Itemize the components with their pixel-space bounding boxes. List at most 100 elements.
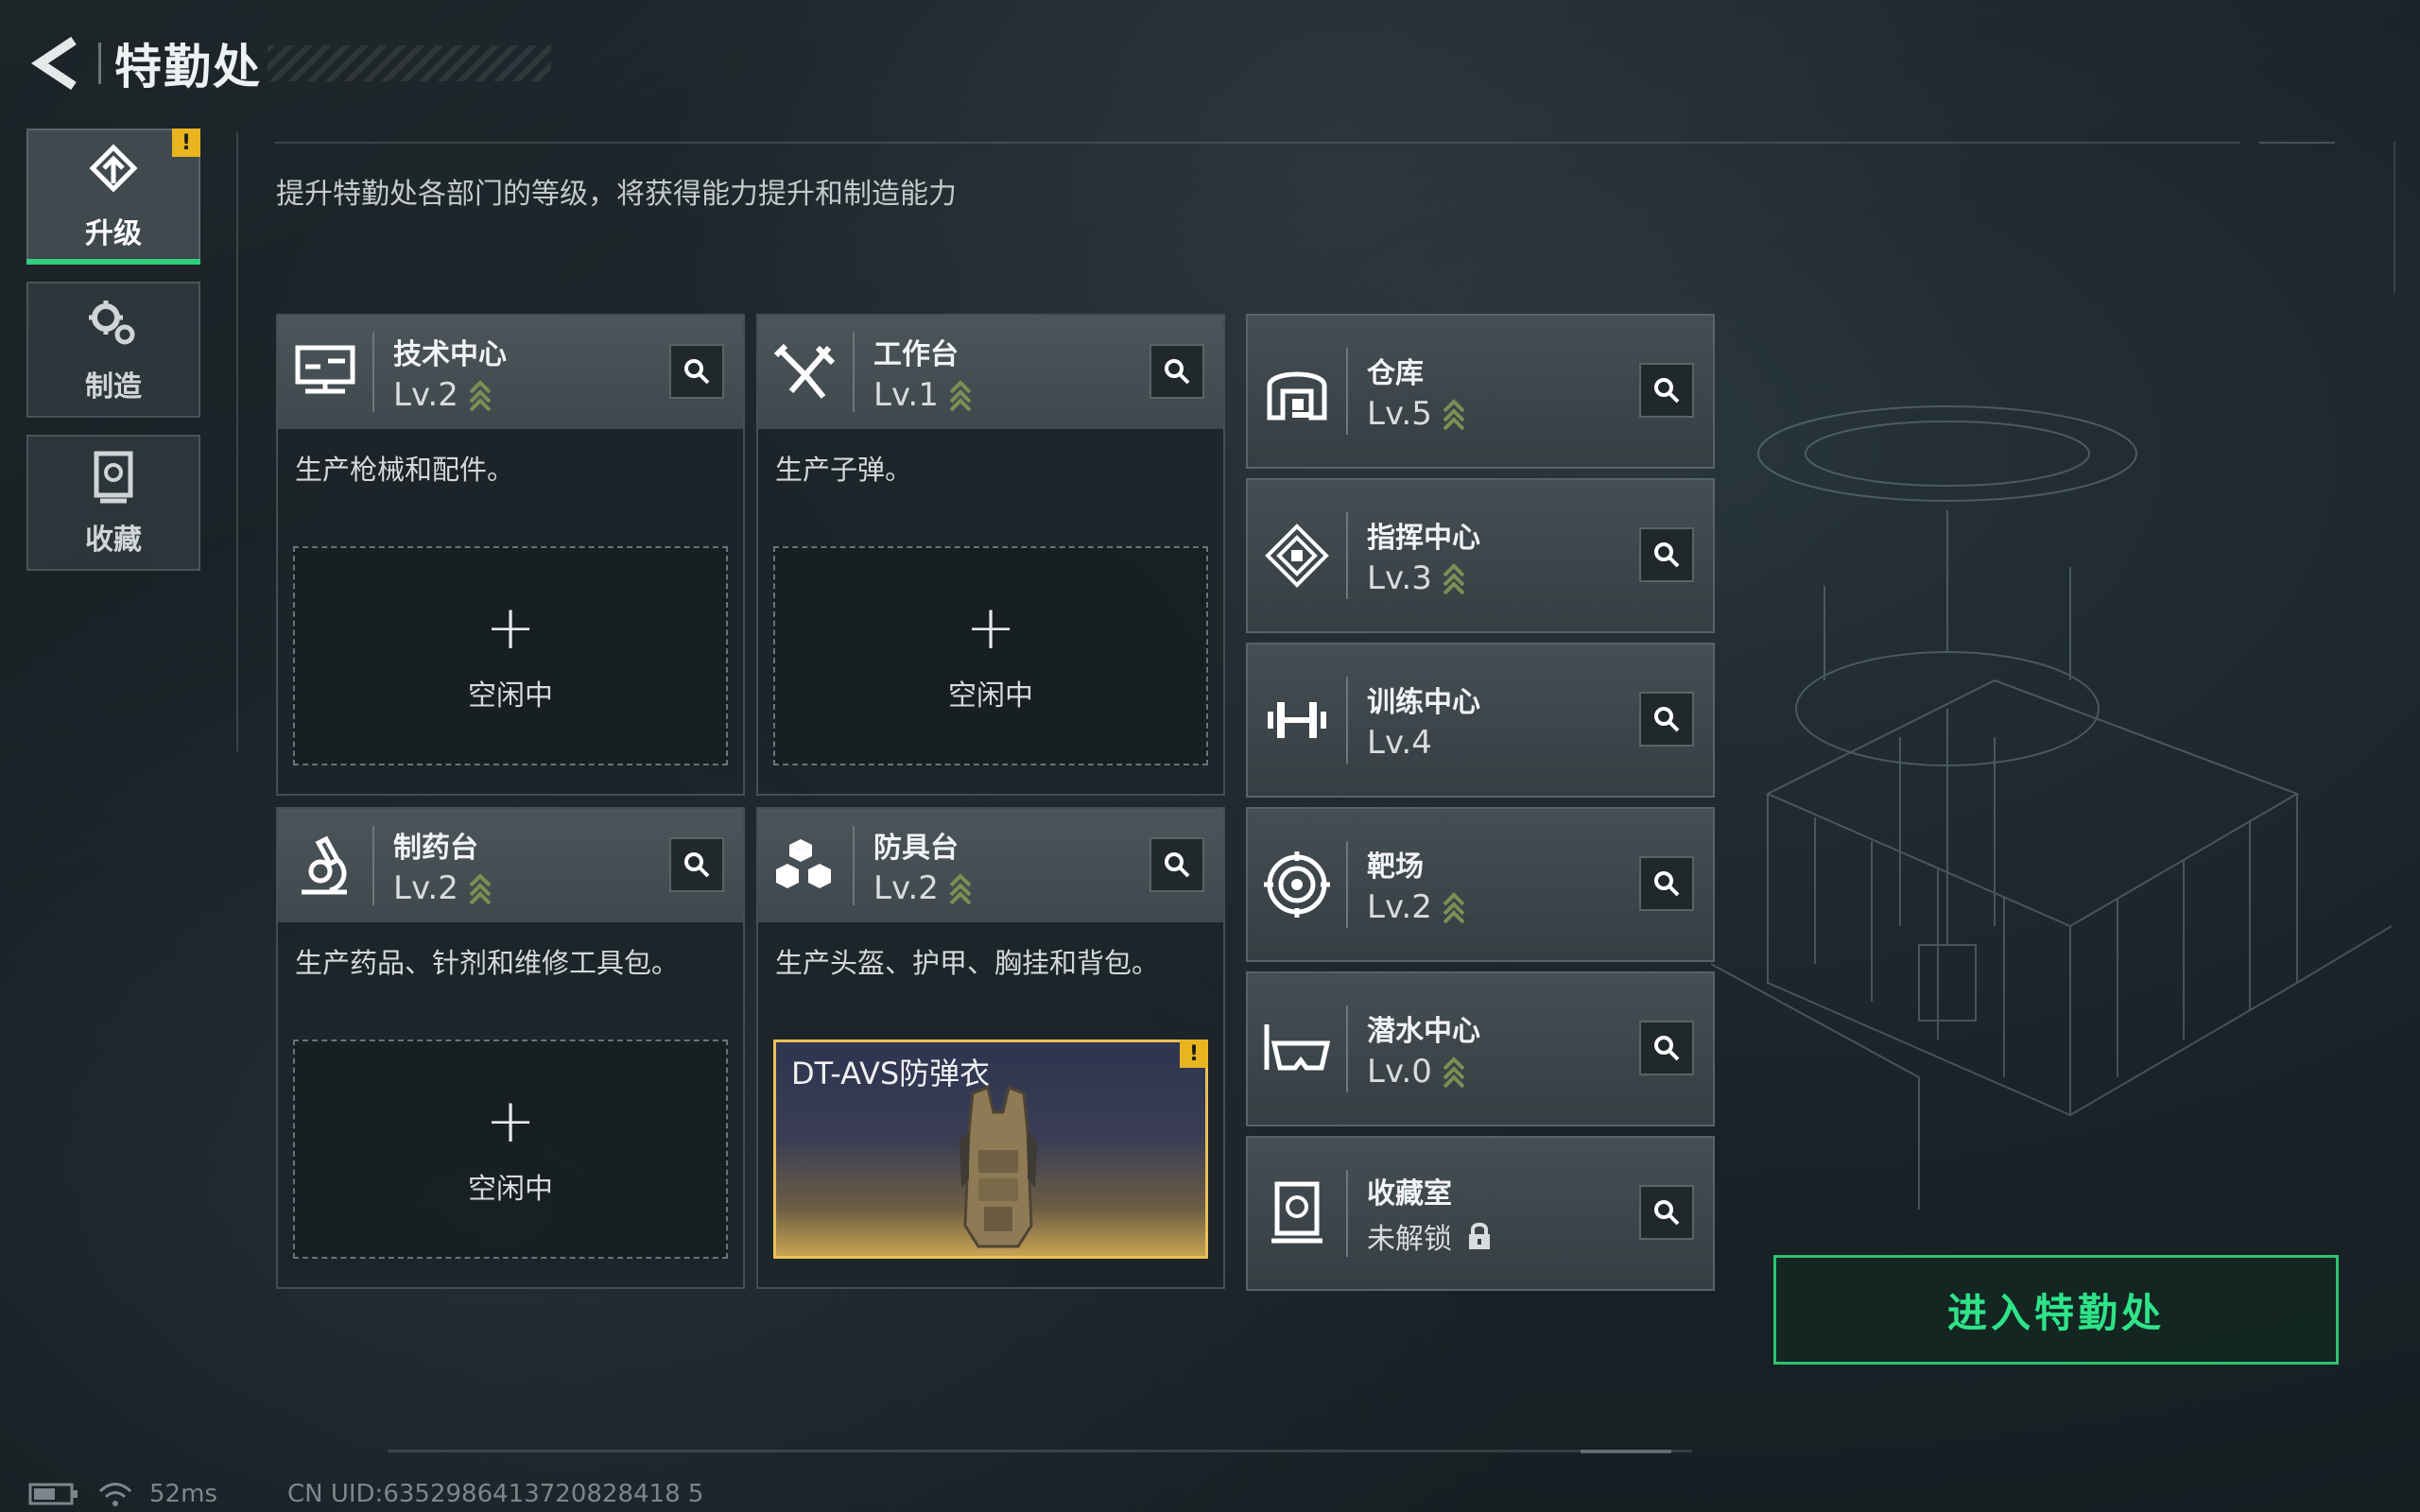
facility-row-shooting-range[interactable]: 靶场 Lv.2 (1246, 807, 1715, 962)
command-center-icon (1265, 524, 1329, 588)
back-button[interactable] (26, 30, 83, 96)
card-tech-center: 技术中心 Lv.2 生产枪械和配件。 + 空闲中 (276, 314, 745, 796)
facility-row-collection-room[interactable]: 收藏室 未解锁 (1246, 1136, 1715, 1291)
lock-icon (1469, 1222, 1490, 1249)
facility-name: 收藏室 (1367, 1177, 1452, 1211)
card-header[interactable]: 工作台 Lv.1 (758, 316, 1223, 429)
upgrade-chevron-icon (1443, 563, 1465, 594)
facility-level: Lv.4 (1367, 724, 1432, 762)
facility-row-warehouse[interactable]: 仓库 Lv.5 (1246, 314, 1715, 469)
facility-row-training-center[interactable]: 训练中心 Lv.4 (1246, 643, 1715, 798)
search-button[interactable] (1639, 1185, 1694, 1240)
search-button[interactable] (669, 837, 724, 892)
search-button[interactable] (1150, 344, 1204, 399)
upgrade-chevron-icon (1443, 399, 1465, 430)
upgrade-chevron-icon (469, 873, 492, 904)
upgrade-chevron-icon (469, 380, 492, 411)
collection-room-icon (1271, 1181, 1322, 1244)
status-bar: 52ms CN UID:6352986413720828418 5 (28, 1480, 703, 1508)
facility-status: 未解锁 (1367, 1223, 1452, 1256)
search-button[interactable] (669, 344, 724, 399)
nav-item-craft[interactable]: 制造 (26, 282, 200, 418)
enter-facility-button[interactable]: 进入特勤处 (1773, 1255, 2339, 1365)
crafted-item-slot[interactable]: DT-AVS防弹衣 ! (773, 1040, 1208, 1259)
card-title: 制药台 (393, 832, 478, 865)
divider-bottom (388, 1450, 1692, 1452)
upgrade-chevron-icon (1443, 892, 1465, 923)
idle-label: 空闲中 (948, 679, 1033, 713)
card-pharmacy: 制药台 Lv.2 生产药品、针剂和维修工具包。 + 空闲中 (276, 807, 745, 1289)
divider-vertical (236, 132, 238, 751)
cubes-icon (776, 839, 831, 888)
card-title: 技术中心 (393, 338, 507, 371)
facility-level: Lv.3 (1367, 559, 1432, 597)
search-icon (1654, 1036, 1680, 1061)
search-button[interactable] (1639, 1021, 1694, 1075)
diving-mask-icon (1264, 1024, 1331, 1071)
search-button[interactable] (1639, 363, 1694, 418)
nav-label-craft: 制造 (85, 370, 142, 404)
header-divider (98, 43, 101, 84)
facility-name: 指挥中心 (1367, 522, 1480, 555)
search-button[interactable] (1150, 837, 1204, 892)
card-header[interactable]: 防具台 Lv.2 (758, 809, 1223, 922)
card-level: Lv.2 (393, 869, 458, 907)
warehouse-icon (1267, 371, 1327, 421)
search-icon (1654, 871, 1680, 897)
nav-label-upgrade: 升级 (85, 217, 142, 250)
search-icon (1165, 359, 1190, 385)
ping-label: 52ms (149, 1480, 217, 1508)
idle-slot-add[interactable]: + 空闲中 (293, 546, 728, 765)
card-title: 防具台 (873, 832, 959, 865)
collection-icon (94, 451, 133, 504)
upgrade-icon (89, 144, 138, 193)
search-icon (1654, 378, 1680, 404)
search-icon (684, 852, 710, 878)
monitor-icon (295, 345, 355, 394)
facility-name: 潜水中心 (1367, 1015, 1480, 1048)
body-armor-icon (959, 1085, 1037, 1248)
divider-horizontal-accent (2259, 142, 2335, 144)
card-description: 生产枪械和配件。 (295, 454, 515, 486)
facility-row-command-center[interactable]: 指挥中心 Lv.3 (1246, 478, 1715, 633)
idle-slot-add[interactable]: + 空闲中 (293, 1040, 728, 1259)
facility-wireframe-illustration (1711, 405, 2392, 1210)
facility-level: Lv.5 (1367, 395, 1432, 433)
card-header[interactable]: 技术中心 Lv.2 (278, 316, 743, 429)
nav-label-collection: 收藏 (85, 524, 142, 557)
facility-level: Lv.2 (1367, 888, 1432, 926)
title-decoration (268, 45, 551, 81)
idle-label: 空闲中 (468, 1173, 553, 1206)
idle-label: 空闲中 (468, 679, 553, 713)
upgrade-chevron-icon (1443, 1057, 1465, 1088)
target-icon (1264, 851, 1330, 918)
facility-name: 靶场 (1367, 850, 1424, 884)
divider-horizontal (274, 142, 2240, 144)
card-description: 生产头盔、护甲、胸挂和背包。 (775, 947, 1160, 979)
plus-icon: + (485, 593, 536, 663)
facility-level: Lv.0 (1367, 1053, 1432, 1091)
side-nav: 升级 ! 制造 收藏 (26, 129, 202, 588)
battery-icon (28, 1483, 78, 1505)
idle-slot-add[interactable]: + 空闲中 (773, 546, 1208, 765)
card-title: 工作台 (873, 338, 959, 371)
card-armor-bench: 防具台 Lv.2 生产头盔、护甲、胸挂和背包。 DT-AVS防弹衣 ! (756, 807, 1225, 1289)
card-header[interactable]: 制药台 Lv.2 (278, 809, 743, 922)
card-description: 生产药品、针剂和维修工具包。 (295, 947, 680, 979)
card-description: 生产子弹。 (775, 454, 913, 486)
hammer-wrench-icon (773, 343, 836, 399)
search-icon (1654, 1200, 1680, 1226)
page-header: 特勤处 (26, 28, 551, 98)
facility-name: 仓库 (1367, 357, 1424, 390)
facility-row-diving-center[interactable]: 潜水中心 Lv.0 (1246, 971, 1715, 1126)
page-subtitle: 提升特勤处各部门的等级，将获得能力提升和制造能力 (276, 178, 957, 211)
nav-item-upgrade[interactable]: 升级 ! (26, 129, 200, 265)
search-button[interactable] (1639, 692, 1694, 747)
card-level: Lv.2 (873, 869, 939, 907)
alert-badge: ! (1180, 1040, 1208, 1068)
search-button[interactable] (1639, 527, 1694, 582)
search-button[interactable] (1639, 856, 1694, 911)
divider-bottom-accent (1581, 1450, 1671, 1453)
card-level: Lv.1 (873, 376, 939, 414)
nav-item-collection[interactable]: 收藏 (26, 435, 200, 571)
